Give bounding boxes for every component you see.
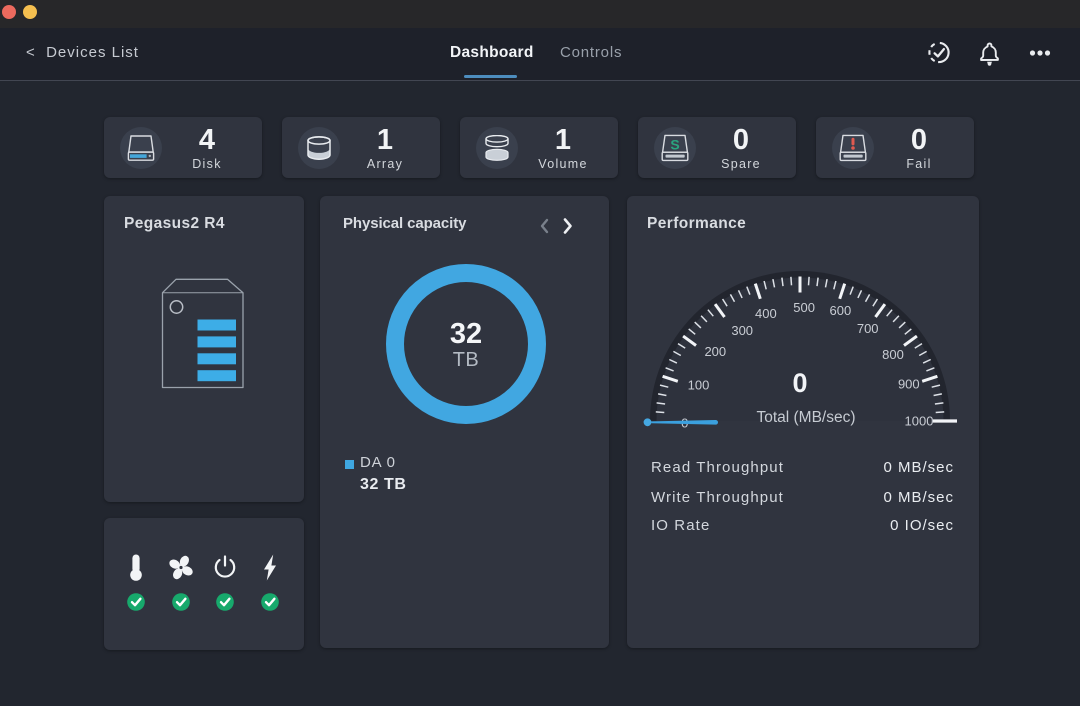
svg-text:700: 700 [857, 321, 879, 336]
svg-text:1000: 1000 [905, 414, 934, 429]
svg-text:400: 400 [755, 306, 777, 321]
svg-text:300: 300 [731, 323, 753, 338]
svg-text:S: S [670, 136, 679, 152]
svg-text:600: 600 [830, 303, 852, 318]
svg-text:Total (MB/sec): Total (MB/sec) [756, 409, 855, 426]
svg-text:900: 900 [898, 377, 920, 392]
svg-text:100: 100 [688, 378, 710, 393]
svg-text:0: 0 [792, 368, 807, 398]
svg-text:800: 800 [882, 347, 904, 362]
svg-text:200: 200 [704, 344, 726, 359]
svg-text:500: 500 [793, 300, 815, 315]
